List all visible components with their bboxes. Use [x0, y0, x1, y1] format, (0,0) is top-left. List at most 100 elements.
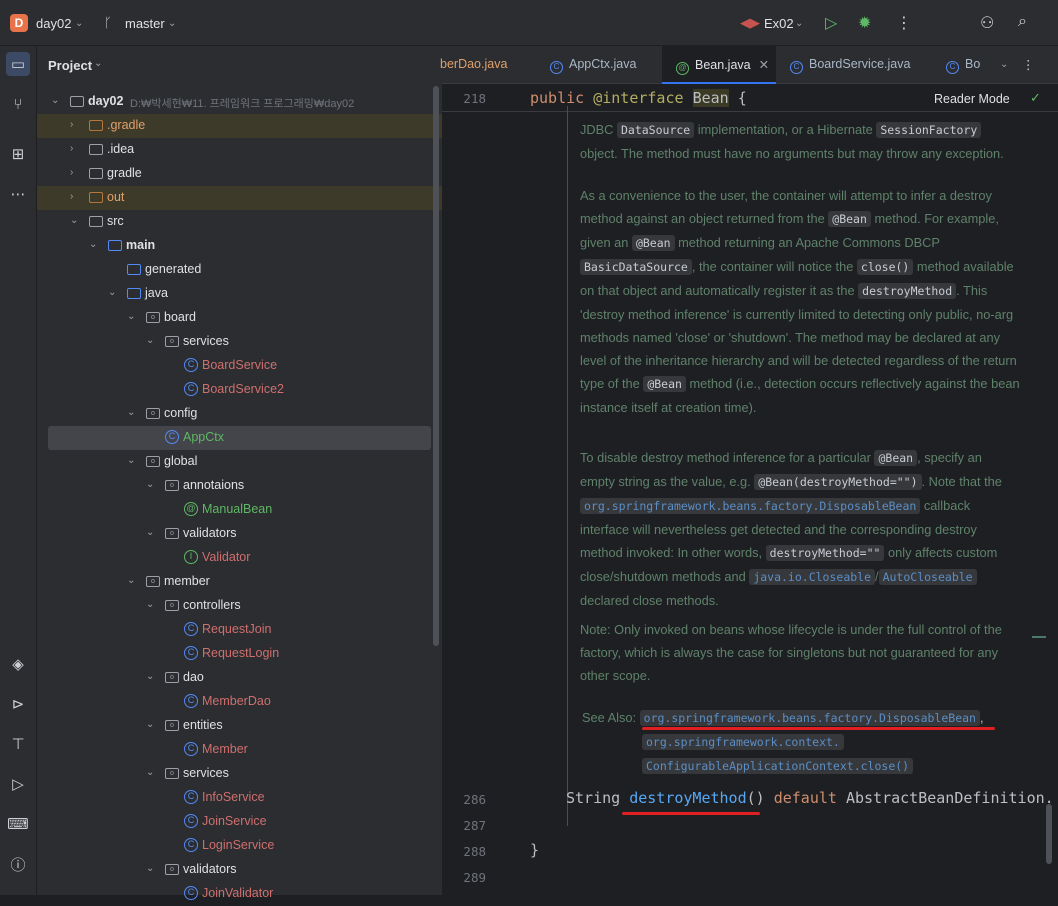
- tree-item[interactable]: ⌄ o services: [37, 762, 442, 786]
- tree-item[interactable]: C BoardService: [37, 354, 442, 378]
- run-config-selector[interactable]: Ex02: [764, 16, 794, 31]
- tree-item[interactable]: ⌄ src: [37, 210, 442, 234]
- closeable-link[interactable]: java.io.Closeable: [749, 569, 876, 585]
- sticky-header: 218 public @interface Bean { Reader Mode…: [442, 86, 1058, 112]
- generated-folder-icon: [127, 264, 141, 275]
- editor-scrollbar[interactable]: [1046, 804, 1052, 864]
- tree-item[interactable]: › .gradle: [37, 114, 442, 138]
- tree-item[interactable]: ⌄ o annotaions: [37, 474, 442, 498]
- search-icon[interactable]: ⌕: [1018, 13, 1027, 31]
- chevron-down-icon[interactable]: ⌄: [75, 18, 83, 29]
- tree-item[interactable]: › out: [37, 186, 442, 210]
- chevron-down-icon[interactable]: ⌄: [1000, 59, 1008, 70]
- tree-item[interactable]: C InfoService: [37, 786, 442, 810]
- tree-item[interactable]: ⌄ o services: [37, 330, 442, 354]
- tree-item[interactable]: › .idea: [37, 138, 442, 162]
- project-scrollbar[interactable]: [433, 86, 439, 646]
- tab-boardservice[interactable]: C BoardService.java: [790, 57, 910, 74]
- annotation-icon: @: [676, 62, 689, 75]
- tree-item[interactable]: C JoinValidator: [37, 882, 442, 906]
- source-folder-icon: [108, 240, 122, 251]
- tree-item[interactable]: ⌄ o controllers: [37, 594, 442, 618]
- tree-item[interactable]: ⌄ o dao: [37, 666, 442, 690]
- check-icon: ✓: [1030, 90, 1041, 105]
- chevron-down-icon[interactable]: ⌄: [94, 58, 102, 69]
- run-icon[interactable]: ▷: [825, 13, 837, 33]
- structure-icon[interactable]: ⊞: [6, 142, 30, 166]
- branch-switcher[interactable]: master: [125, 16, 165, 31]
- chevron-down-icon[interactable]: ⌄: [168, 18, 176, 29]
- project-panel-title[interactable]: Project: [48, 58, 92, 73]
- see-also-context-link[interactable]: org.springframework.context.: [642, 734, 844, 750]
- tree-item[interactable]: C Member: [37, 738, 442, 762]
- folder-icon: [89, 192, 103, 203]
- tree-item[interactable]: C RequestJoin: [37, 618, 442, 642]
- run-icon[interactable]: ▷: [6, 772, 30, 796]
- tree-item[interactable]: ⌄ o board: [37, 306, 442, 330]
- see-also-close-link[interactable]: ConfigurableApplicationContext.close(): [642, 758, 914, 774]
- autocloseable-link[interactable]: AutoCloseable: [878, 569, 977, 585]
- fold-marker[interactable]: [1032, 636, 1046, 638]
- package-icon: o: [146, 576, 160, 587]
- more-vertical-icon[interactable]: ⋮: [1022, 57, 1035, 72]
- add-user-icon[interactable]: ⚇: [980, 13, 994, 33]
- tree-item[interactable]: ⌄ o validators: [37, 858, 442, 882]
- package-icon: o: [146, 408, 160, 419]
- class-icon: C: [550, 61, 563, 74]
- tree-item[interactable]: ⌄ o global: [37, 450, 442, 474]
- project-panel: Project ⌄ ⌄ day02 D:₩박세현₩11. 프레임워크 프로그래밍…: [37, 46, 442, 900]
- code-line-218[interactable]: public @interface Bean {: [530, 89, 747, 107]
- annotation-underline: [622, 812, 760, 815]
- commit-icon[interactable]: ⑂: [6, 92, 30, 116]
- class-icon: C: [946, 61, 959, 74]
- layers-icon[interactable]: ◈: [6, 652, 30, 676]
- package-icon: o: [165, 768, 179, 779]
- tree-item-selected[interactable]: C AppCtx: [37, 426, 442, 450]
- tree-item[interactable]: ⌄ o entities: [37, 714, 442, 738]
- reader-mode-button[interactable]: Reader Mode: [934, 92, 1010, 106]
- tab-bean[interactable]: @ Bean.java ✕: [676, 57, 769, 75]
- see-also-disposablebean-link[interactable]: org.springframework.beans.factory.Dispos…: [639, 710, 980, 726]
- project-switcher[interactable]: day02: [36, 16, 71, 31]
- tree-item[interactable]: C JoinService: [37, 810, 442, 834]
- tool-window-strip: ▭ ⑂ ⊞ ⋯ ◈ ⊳ ⊤ ▷ ⌨ ⓘ: [0, 46, 37, 895]
- folder-icon[interactable]: ▭: [6, 52, 30, 76]
- terminal-icon[interactable]: ⌨: [6, 812, 30, 836]
- build-icon[interactable]: ⊤: [6, 732, 30, 756]
- problems-icon[interactable]: ⓘ: [6, 852, 30, 876]
- chevron-down-icon[interactable]: ⌄: [795, 18, 803, 29]
- package-icon: o: [165, 480, 179, 491]
- tree-item[interactable]: C RequestLogin: [37, 642, 442, 666]
- tree-item[interactable]: I Validator: [37, 546, 442, 570]
- tree-root[interactable]: ⌄ day02 D:₩박세현₩11. 프레임워크 프로그래밍₩day02: [37, 90, 442, 114]
- tree-item[interactable]: ⌄ java: [37, 282, 442, 306]
- class-icon: C: [184, 814, 198, 828]
- services-icon[interactable]: ⊳: [6, 692, 30, 716]
- more-horizontal-icon[interactable]: ⋯: [6, 182, 30, 206]
- class-icon: C: [184, 694, 198, 708]
- disposablebean-link[interactable]: org.springframework.beans.factory.Dispos…: [580, 498, 921, 514]
- package-icon: o: [165, 864, 179, 875]
- debug-icon[interactable]: ✹: [858, 13, 871, 33]
- tree-item[interactable]: ⌄ o config: [37, 402, 442, 426]
- tree-item[interactable]: ⌄ o member: [37, 570, 442, 594]
- project-badge[interactable]: D: [10, 14, 28, 32]
- tree-item[interactable]: C LoginService: [37, 834, 442, 858]
- class-icon: C: [184, 790, 198, 804]
- tree-item[interactable]: ⌄ o validators: [37, 522, 442, 546]
- tree-item[interactable]: @ ManualBean: [37, 498, 442, 522]
- tree-item[interactable]: generated: [37, 258, 442, 282]
- more-vertical-icon[interactable]: ⋮: [896, 13, 912, 33]
- tab-overflow[interactable]: C Bo: [946, 57, 980, 74]
- code-line-288[interactable]: }: [530, 841, 539, 859]
- tree-item[interactable]: ⌄ main: [37, 234, 442, 258]
- close-icon[interactable]: ✕: [759, 58, 769, 72]
- tree-item[interactable]: › gradle: [37, 162, 442, 186]
- tree-item[interactable]: C BoardService2: [37, 378, 442, 402]
- tab-appctx[interactable]: C AppCtx.java: [550, 57, 636, 74]
- class-icon: C: [184, 838, 198, 852]
- tab-memberdao[interactable]: berDao.java: [440, 57, 507, 71]
- tree-item[interactable]: C MemberDao: [37, 690, 442, 714]
- class-icon: C: [184, 886, 198, 900]
- code-line-286[interactable]: String destroyMethod() default AbstractB…: [566, 789, 1054, 807]
